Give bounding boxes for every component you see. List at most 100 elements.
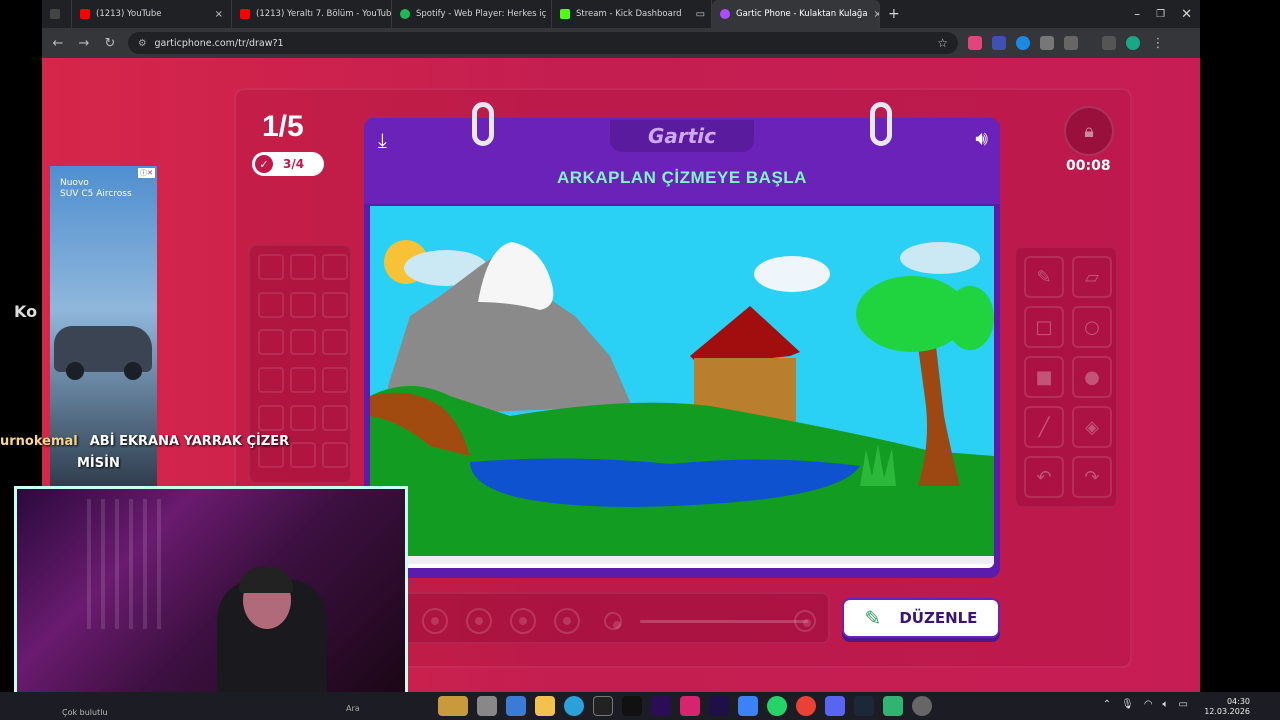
color-swatch[interactable]: [322, 442, 348, 469]
color-swatch[interactable]: [322, 291, 348, 318]
url-field[interactable]: ⚙ garticphone.com/tr/draw?1 ☆: [128, 32, 958, 54]
brush-size-bar: [402, 592, 830, 644]
after-effects-icon[interactable]: [709, 696, 729, 716]
youtube-icon: [80, 9, 90, 19]
round-counter: 1/5: [262, 110, 304, 143]
brush-size-option[interactable]: [466, 608, 492, 634]
steam-icon[interactable]: [854, 696, 874, 716]
wifi-icon[interactable]: ◠: [1144, 699, 1153, 710]
discord-icon[interactable]: [825, 696, 845, 716]
capcut-icon[interactable]: [593, 696, 613, 716]
whatsapp-icon[interactable]: [767, 696, 787, 716]
todo-icon[interactable]: [738, 696, 758, 716]
bookmark-star-icon[interactable]: ☆: [937, 36, 948, 50]
close-tab-icon[interactable]: ×: [215, 9, 223, 20]
circle-outline-icon[interactable]: ○: [1072, 306, 1112, 348]
weather-text: Çok bulutlu: [62, 708, 108, 717]
circle-fill-icon[interactable]: ●: [1072, 356, 1112, 398]
rectangle-outline-icon[interactable]: □: [1024, 306, 1064, 348]
undo-icon[interactable]: ↶: [1024, 456, 1064, 498]
media-icon[interactable]: [1102, 36, 1116, 50]
back-icon[interactable]: ←: [50, 36, 66, 51]
color-swatch[interactable]: [258, 254, 284, 280]
brush-size-option[interactable]: [554, 608, 580, 634]
color-swatch[interactable]: [290, 291, 316, 318]
color-swatch[interactable]: [322, 366, 348, 393]
rectangle-fill-icon[interactable]: ■: [1024, 356, 1064, 398]
color-swatch[interactable]: [290, 404, 316, 431]
premiere-icon[interactable]: [651, 696, 671, 716]
color-swatch[interactable]: [258, 291, 284, 318]
tab-label: Spotify - Web Player: Herkes iç: [416, 9, 547, 19]
ad-info-icon[interactable]: ⓘ✕: [138, 168, 155, 178]
instagram-icon[interactable]: [680, 696, 700, 716]
tab-spotify[interactable]: Spotify - Web Player: Herkes iç×: [392, 0, 552, 28]
forward-icon[interactable]: →: [76, 36, 92, 51]
brush-size-option[interactable]: [510, 608, 536, 634]
tab-youtube[interactable]: [42, 0, 72, 28]
color-swatch[interactable]: [322, 254, 348, 280]
taskbar-search[interactable]: Ara: [346, 704, 360, 713]
binder-ring: [472, 102, 494, 146]
color-swatch[interactable]: [290, 366, 316, 393]
color-swatch[interactable]: [322, 404, 348, 431]
fill-bucket-icon[interactable]: ◈: [1072, 406, 1112, 448]
kick-icon: [560, 9, 570, 19]
tiktok-icon[interactable]: [622, 696, 642, 716]
tab-gartic[interactable]: Gartic Phone - Kulaktan Kulağa×: [712, 0, 880, 28]
opacity-max[interactable]: [794, 610, 816, 632]
chrome-icon[interactable]: [796, 696, 816, 716]
task-view-icon[interactable]: [477, 696, 497, 716]
tab-youtube-home[interactable]: (1213) YouTube ×: [72, 0, 232, 28]
extension-icon[interactable]: [968, 36, 982, 50]
opacity-min: [604, 612, 622, 630]
line-icon[interactable]: ╱: [1024, 406, 1064, 448]
menu-icon[interactable]: ⋮: [1150, 36, 1166, 51]
chevron-up-icon[interactable]: ⌃: [1103, 699, 1111, 710]
extension-icon[interactable]: [992, 36, 1006, 50]
color-swatch[interactable]: [290, 329, 316, 356]
folder-icon[interactable]: [535, 696, 555, 716]
extension-icon[interactable]: [1016, 36, 1030, 50]
opacity-slider[interactable]: [640, 620, 808, 623]
taskbar: ⌃ 🎙︎ ◠ 🔈︎ ▭ 04:30 12.03.2026: [0, 692, 1280, 720]
pencil-icon[interactable]: ✎: [1024, 256, 1064, 298]
color-swatch[interactable]: [290, 442, 316, 469]
download-icon[interactable]: ⤓: [378, 128, 387, 152]
puzzle-icon[interactable]: [1064, 36, 1078, 50]
close-window-button[interactable]: ✕: [1173, 0, 1200, 28]
tab-kick[interactable]: Stream - Kick Dashboard ▭: [552, 0, 712, 28]
maximize-button[interactable]: ❐: [1148, 0, 1173, 28]
mic-icon[interactable]: 🎙︎: [1121, 699, 1134, 710]
edit-button[interactable]: ✎ DÜZENLE: [842, 598, 1000, 638]
color-swatch[interactable]: [322, 329, 348, 356]
site-info-icon[interactable]: ⚙: [138, 38, 147, 49]
app-icon[interactable]: [883, 696, 903, 716]
tabs-dropdown-icon[interactable]: [50, 9, 60, 19]
volume-icon[interactable]: 🔊︎: [975, 126, 988, 150]
color-swatch[interactable]: [258, 404, 284, 431]
color-swatch[interactable]: [258, 366, 284, 393]
redo-icon[interactable]: ↷: [1072, 456, 1112, 498]
browser-icon[interactable]: [564, 696, 584, 716]
tab-youtube-video[interactable]: (1213) Yeraltı 7. Bölüm - YouTub×: [232, 0, 392, 28]
close-tab-icon[interactable]: ▭: [696, 9, 705, 20]
brush-size-option[interactable]: [422, 608, 448, 634]
volume-icon[interactable]: 🔈︎: [1163, 699, 1169, 710]
minimize-button[interactable]: –: [1126, 0, 1148, 28]
app-icon[interactable]: [438, 696, 468, 716]
store-icon[interactable]: [506, 696, 526, 716]
extension-icon[interactable]: [1040, 36, 1054, 50]
reload-icon[interactable]: ↻: [102, 36, 118, 51]
battery-icon[interactable]: ▭: [1179, 699, 1188, 710]
settings-icon[interactable]: [912, 696, 932, 716]
color-swatch[interactable]: [290, 254, 316, 280]
clock[interactable]: 04:30 12.03.2026: [1204, 697, 1250, 717]
color-swatch[interactable]: [258, 329, 284, 356]
new-tab-button[interactable]: +: [880, 0, 908, 28]
eraser-icon[interactable]: ▱: [1072, 256, 1112, 298]
avatar[interactable]: [1126, 36, 1140, 50]
ad-headline: Nuovo: [60, 178, 89, 188]
tool-palette: ✎ ▱ □ ○ ■ ● ╱ ◈ ↶ ↷: [1014, 246, 1118, 508]
drawing-canvas[interactable]: [370, 206, 994, 568]
